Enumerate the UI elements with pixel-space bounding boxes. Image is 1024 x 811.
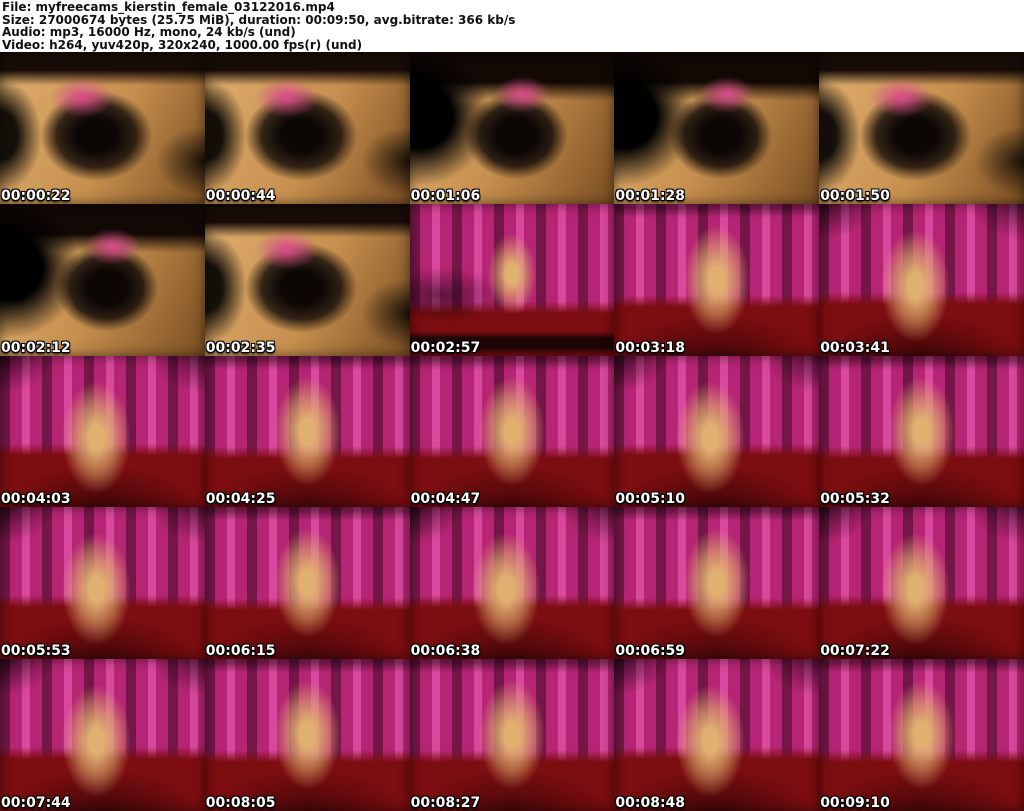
video-thumbnail: 00:03:41 bbox=[819, 203, 1024, 356]
video-thumbnail: 00:07:22 bbox=[819, 507, 1024, 660]
video-thumbnail: 00:04:03 bbox=[0, 355, 205, 508]
video-thumbnail: 00:08:05 bbox=[204, 659, 410, 811]
video-thumbnail: 00:08:48 bbox=[614, 659, 820, 811]
audio-info-line: Audio: mp3, 16000 Hz, mono, 24 kb/s (und… bbox=[2, 25, 296, 39]
timestamp-label: 00:07:22 bbox=[820, 643, 890, 660]
file-name-line: File: myfreecams_kierstin_female_0312201… bbox=[2, 0, 335, 14]
timestamp-label: 00:04:47 bbox=[410, 491, 481, 508]
timestamp-label: 00:05:32 bbox=[820, 491, 890, 508]
video-thumbnail: 00:01:06 bbox=[409, 52, 615, 204]
timestamp-label: 00:04:03 bbox=[1, 491, 71, 508]
video-thumbnail: 00:05:53 bbox=[0, 507, 205, 660]
timestamp-label: 00:01:50 bbox=[820, 187, 890, 204]
video-thumbnail: 00:03:18 bbox=[614, 203, 820, 356]
video-thumbnail: 00:00:44 bbox=[204, 52, 410, 204]
timestamp-label: 00:07:44 bbox=[1, 795, 71, 811]
video-thumbnail: 00:04:47 bbox=[409, 355, 615, 508]
timestamp-label: 00:02:12 bbox=[1, 339, 71, 356]
timestamp-label: 00:02:35 bbox=[205, 339, 276, 356]
video-thumbnail: 00:05:10 bbox=[614, 355, 820, 508]
timestamp-label: 00:05:53 bbox=[1, 643, 71, 660]
timestamp-label: 00:00:44 bbox=[205, 187, 276, 204]
video-thumbnail: 00:09:10 bbox=[819, 659, 1024, 811]
video-thumbnail: 00:06:38 bbox=[409, 507, 615, 660]
thumbnail-grid: 00:00:22 00:00:44 00:01:06 00:01:28 00:0… bbox=[0, 52, 1024, 811]
timestamp-label: 00:06:59 bbox=[615, 643, 686, 660]
timestamp-label: 00:01:28 bbox=[615, 187, 686, 204]
video-thumbnail: 00:01:28 bbox=[614, 52, 820, 204]
video-thumbnail: 00:07:44 bbox=[0, 659, 205, 811]
video-thumbnail: 00:08:27 bbox=[409, 659, 615, 811]
video-thumbnail: 00:06:15 bbox=[204, 507, 410, 660]
video-thumbnail: 00:01:50 bbox=[819, 52, 1024, 204]
video-thumbnail: 00:02:12 bbox=[0, 203, 205, 356]
video-info-line: Video: h264, yuv420p, 320x240, 1000.00 f… bbox=[2, 37, 363, 52]
video-thumbnail: 00:02:35 bbox=[204, 203, 410, 356]
timestamp-label: 00:06:38 bbox=[410, 643, 481, 660]
video-thumbnail: 00:00:22 bbox=[0, 52, 205, 204]
timestamp-label: 00:03:41 bbox=[820, 339, 890, 356]
timestamp-label: 00:00:22 bbox=[1, 187, 71, 204]
file-metadata-header: File: myfreecams_kierstin_female_0312201… bbox=[0, 0, 1024, 52]
timestamp-label: 00:02:57 bbox=[410, 339, 481, 356]
video-thumbnail: 00:06:59 bbox=[614, 507, 820, 660]
video-thumbnail: 00:04:25 bbox=[204, 355, 410, 508]
timestamp-label: 00:03:18 bbox=[615, 339, 686, 356]
timestamp-label: 00:08:27 bbox=[410, 795, 481, 811]
timestamp-label: 00:04:25 bbox=[205, 491, 276, 508]
timestamp-label: 00:08:48 bbox=[615, 795, 686, 811]
timestamp-label: 00:08:05 bbox=[205, 795, 276, 811]
video-thumbnail: 00:02:57 bbox=[409, 203, 615, 356]
timestamp-label: 00:05:10 bbox=[615, 491, 686, 508]
timestamp-label: 00:01:06 bbox=[410, 187, 481, 204]
video-thumbnail: 00:05:32 bbox=[819, 355, 1024, 508]
timestamp-label: 00:06:15 bbox=[205, 643, 276, 660]
timestamp-label: 00:09:10 bbox=[820, 795, 890, 811]
